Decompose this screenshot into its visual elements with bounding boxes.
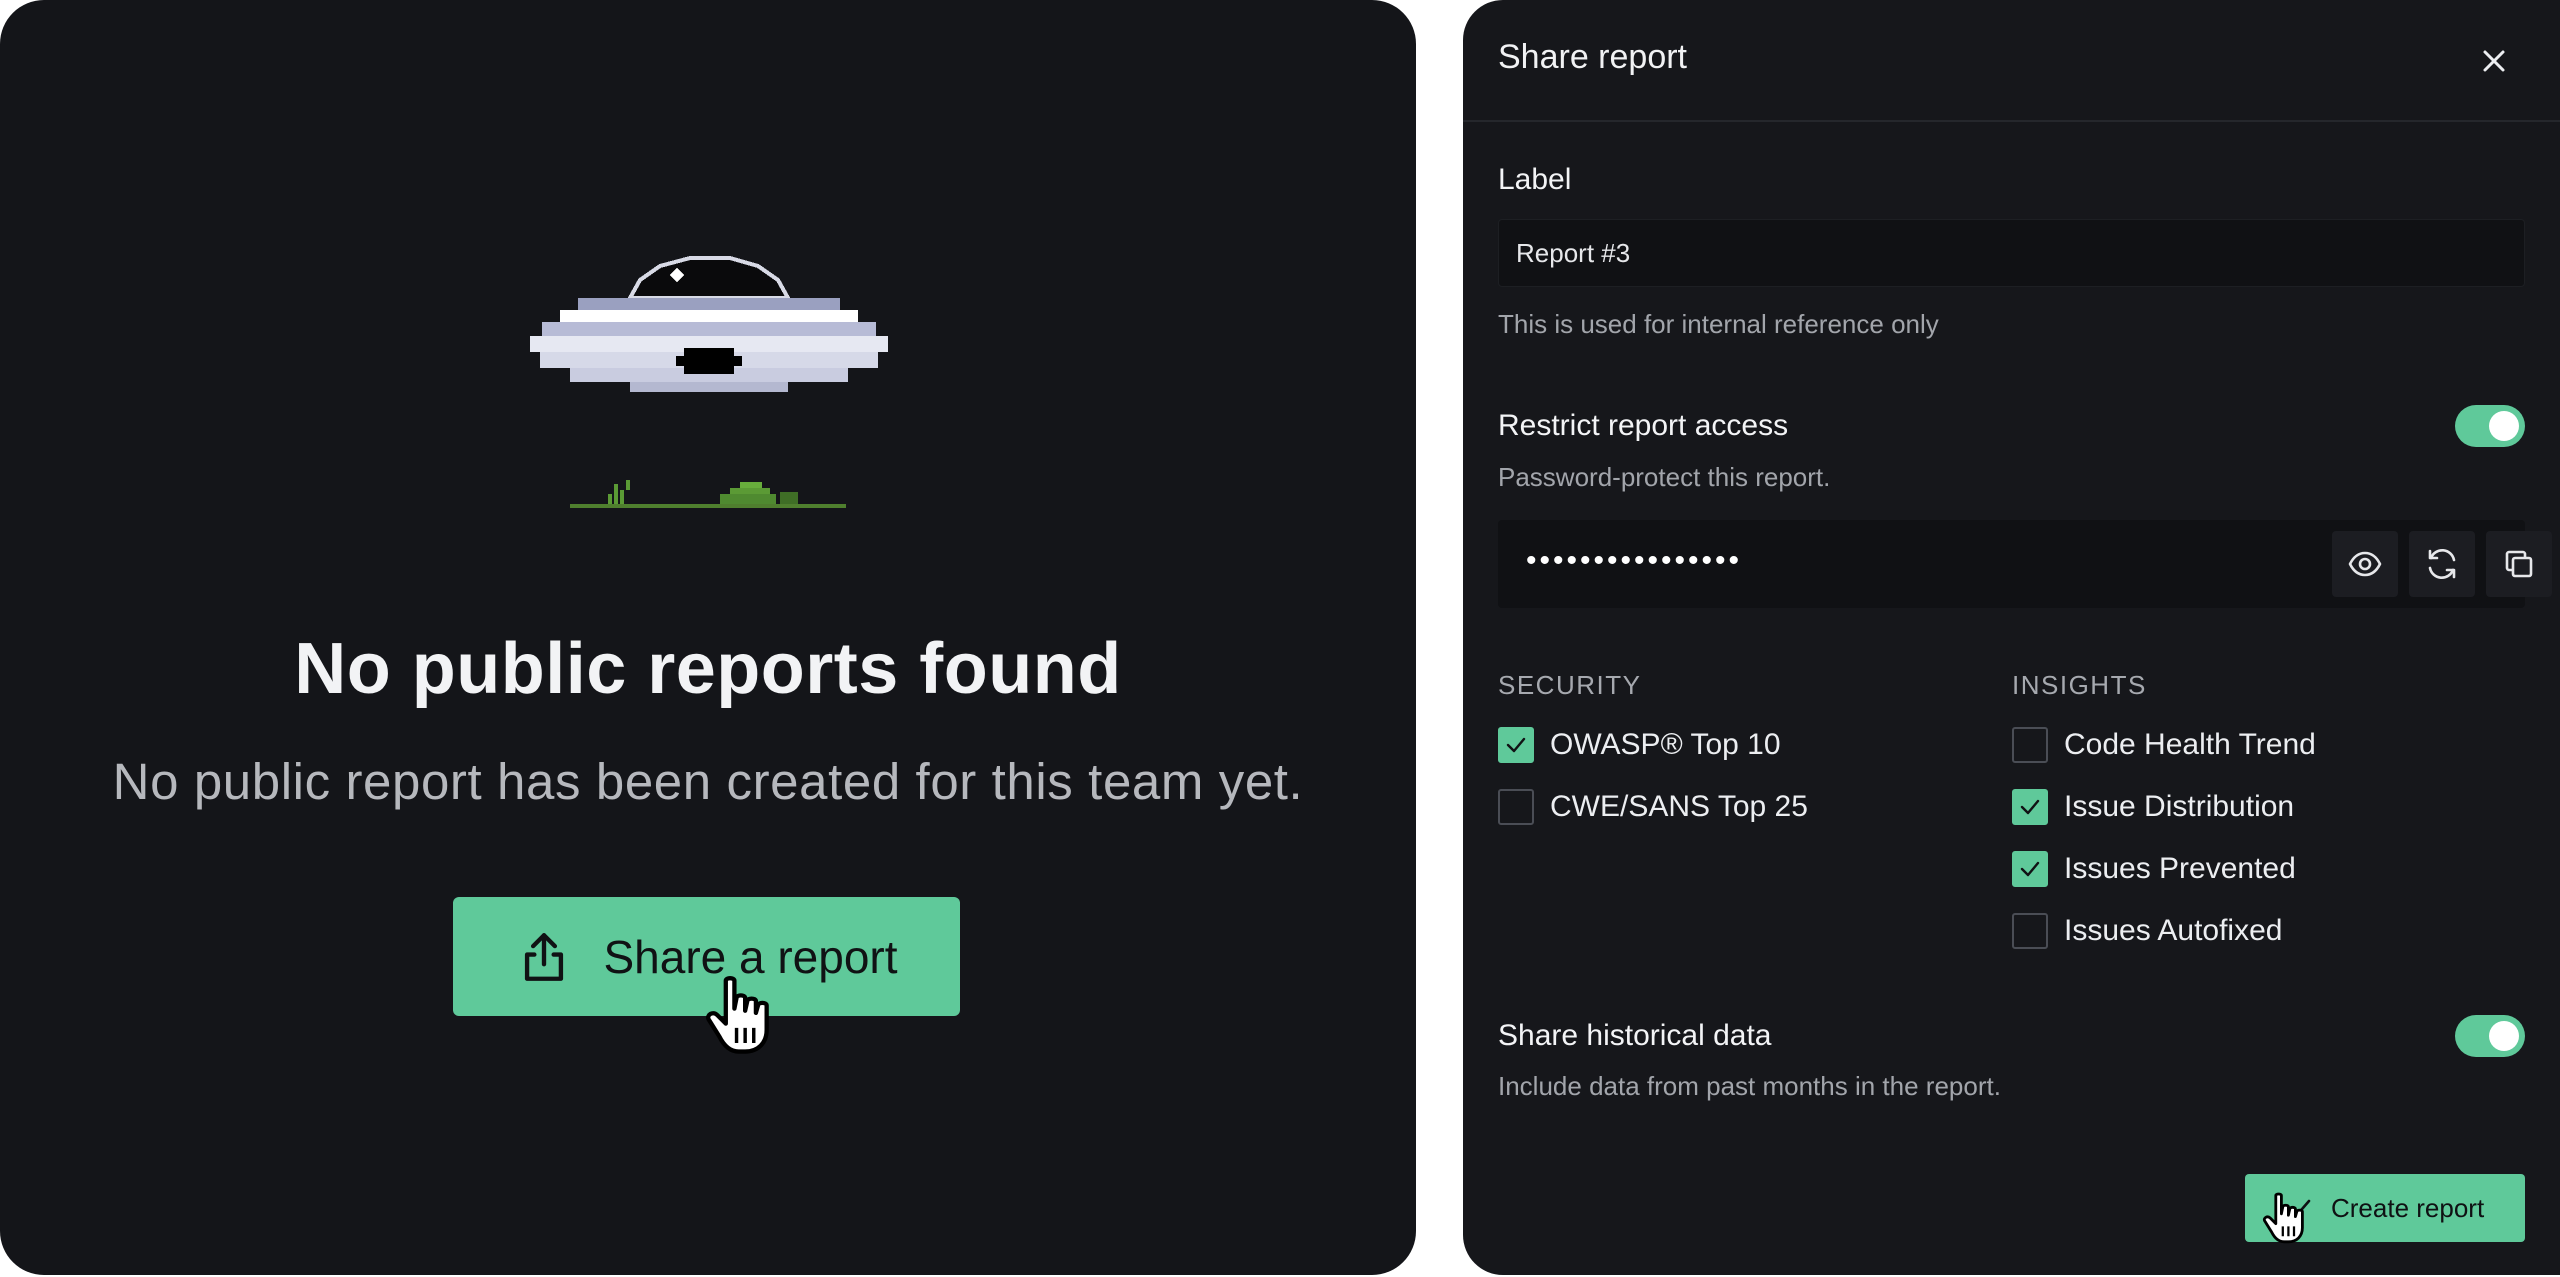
checkbox-label: OWASP® Top 10 [1550, 728, 1781, 761]
show-password-button[interactable] [2332, 531, 2398, 597]
checkmark-icon [2020, 799, 2040, 815]
ufo-pixel-art-icon [530, 256, 888, 392]
create-report-label: Create report [2331, 1192, 2485, 1223]
copy-icon [2505, 550, 2533, 578]
checkbox-owasp-top-10[interactable]: OWASP® Top 10 [1498, 725, 1781, 765]
empty-state-title: No public reports found [294, 629, 1122, 709]
checkbox-code-health-trend[interactable]: Code Health Trend [2012, 725, 2316, 765]
checkbox-issues-prevented[interactable]: Issues Prevented [2012, 849, 2296, 889]
password-value: •••••••••••••••• [1526, 544, 1743, 577]
checkbox-label: CWE/SANS Top 25 [1550, 790, 1808, 823]
checkbox-label: Issues Autofixed [2064, 914, 2283, 947]
security-heading: SECURITY [1498, 670, 1642, 700]
checkmark-icon [1506, 737, 1526, 753]
restrict-access-toggle[interactable] [2455, 405, 2525, 447]
eye-icon [2348, 551, 2382, 577]
close-button[interactable] [2473, 40, 2515, 82]
hand-cursor-icon [706, 976, 769, 1054]
checkbox-unchecked [1498, 789, 1534, 825]
insights-heading: INSIGHTS [2012, 670, 2147, 700]
modal-title: Share report [1498, 38, 1687, 76]
label-helper-text: This is used for internal reference only [1498, 309, 1939, 339]
historical-data-toggle[interactable] [2455, 1015, 2525, 1057]
restrict-access-helper: Password-protect this report. [1498, 462, 1831, 492]
checkbox-label: Code Health Trend [2064, 728, 2316, 761]
checkbox-unchecked [2012, 913, 2048, 949]
toggle-knob [2489, 1021, 2519, 1051]
checkbox-issues-autofixed[interactable]: Issues Autofixed [2012, 911, 2282, 951]
close-icon [2483, 50, 2505, 72]
label-field-label: Label [1498, 163, 1572, 196]
upload-icon [525, 932, 564, 981]
label-input[interactable] [1498, 219, 2525, 287]
historical-data-label: Share historical data [1498, 1019, 1772, 1052]
share-report-modal: Share report Label This is used for inte… [1463, 0, 2560, 1275]
checkbox-cwe-sans-top-25[interactable]: CWE/SANS Top 25 [1498, 787, 1808, 827]
checkbox-unchecked [2012, 727, 2048, 763]
password-field[interactable]: •••••••••••••••• [1498, 520, 2552, 608]
checkbox-label: Issue Distribution [2064, 790, 2295, 823]
restrict-access-label: Restrict report access [1498, 409, 1789, 442]
hand-cursor-icon [2262, 1192, 2304, 1244]
refresh-icon [2428, 548, 2456, 580]
empty-state-panel: No public reports found No public report… [0, 0, 1416, 1275]
empty-state-subtitle: No public report has been created for th… [112, 753, 1304, 810]
checkbox-label: Issues Prevented [2064, 852, 2296, 885]
historical-data-helper: Include data from past months in the rep… [1498, 1071, 2001, 1101]
checkmark-icon [2020, 861, 2040, 877]
checkbox-checked [2012, 789, 2048, 825]
regenerate-password-button[interactable] [2409, 531, 2475, 597]
toggle-knob [2489, 411, 2519, 441]
copy-password-button[interactable] [2486, 531, 2552, 597]
modal-header: Share report [1463, 0, 2560, 122]
ground-grass-icon [570, 480, 846, 508]
checkbox-checked [2012, 851, 2048, 887]
checkbox-checked [1498, 727, 1534, 763]
checkbox-issue-distribution[interactable]: Issue Distribution [2012, 787, 2294, 827]
